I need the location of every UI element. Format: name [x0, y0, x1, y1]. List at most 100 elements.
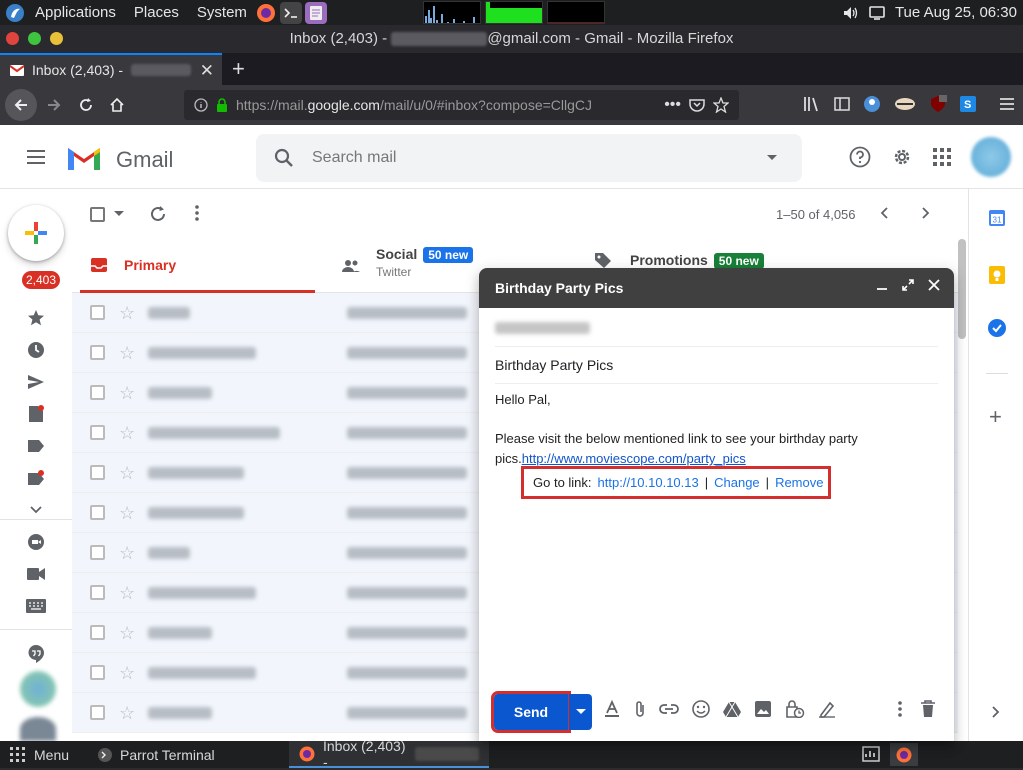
new-tab-icon[interactable]: +	[232, 56, 245, 82]
row-checkbox[interactable]	[90, 625, 105, 640]
row-checkbox[interactable]	[90, 505, 105, 520]
minimize-compose-icon[interactable]	[876, 279, 888, 291]
label-unread-icon[interactable]	[26, 468, 46, 488]
url-bar[interactable]: https://mail.google.com/mail/u/0/#inbox?…	[184, 90, 739, 120]
video-camera-icon[interactable]	[26, 564, 46, 584]
compose-button[interactable]	[8, 205, 64, 261]
settings-gear-icon[interactable]	[891, 146, 913, 168]
tray-network-icon[interactable]	[862, 746, 880, 762]
forward-button[interactable]	[40, 91, 68, 119]
select-dropdown-icon[interactable]	[114, 211, 124, 217]
row-checkbox[interactable]	[90, 585, 105, 600]
search-icon[interactable]	[274, 148, 294, 168]
taskbar-menu-button[interactable]: Menu	[0, 741, 79, 768]
newer-chevron-right-icon[interactable]	[922, 207, 930, 219]
star-icon[interactable]: ☆	[119, 623, 135, 644]
sent-icon[interactable]	[26, 372, 46, 392]
compose-header[interactable]: Birthday Party Pics	[479, 268, 954, 308]
tasks-icon[interactable]	[988, 319, 1006, 337]
row-checkbox[interactable]	[90, 345, 105, 360]
drafts-icon[interactable]	[26, 404, 46, 424]
menu-system[interactable]: System	[192, 0, 252, 25]
remove-link-button[interactable]: Remove	[775, 475, 823, 490]
attach-files-icon[interactable]	[634, 700, 646, 718]
extension-icon[interactable]	[894, 95, 916, 113]
row-checkbox[interactable]	[90, 305, 105, 320]
reload-button[interactable]	[72, 91, 100, 119]
keep-icon[interactable]	[989, 266, 1005, 284]
body-link[interactable]: http://www.moviescope.com/party_pics	[522, 451, 746, 466]
pocket-icon[interactable]	[689, 98, 705, 112]
send-button[interactable]: Send	[491, 691, 571, 733]
fullscreen-compose-icon[interactable]	[902, 279, 914, 291]
star-icon[interactable]: ☆	[119, 703, 135, 724]
calendar-icon[interactable]: 31	[989, 209, 1005, 226]
ublock-icon[interactable]	[929, 95, 947, 113]
sidebar-icon[interactable]	[834, 97, 850, 111]
gmail-brand-text[interactable]: Gmail	[116, 147, 173, 173]
star-icon[interactable]: ☆	[119, 543, 135, 564]
help-icon[interactable]	[849, 146, 871, 168]
close-tab-icon[interactable]: ✕	[200, 61, 214, 81]
page-actions-icon[interactable]: •••	[664, 96, 681, 114]
row-checkbox[interactable]	[90, 705, 105, 720]
menu-applications[interactable]: Applications	[30, 0, 121, 25]
star-icon[interactable]: ☆	[119, 503, 135, 524]
discard-draft-trash-icon[interactable]	[920, 700, 936, 718]
tab-primary[interactable]: Primary	[80, 239, 315, 293]
go-to-link-url[interactable]: http://10.10.10.13	[598, 475, 699, 490]
insert-link-icon[interactable]	[659, 703, 679, 715]
menu-places[interactable]: Places	[129, 0, 184, 25]
message-body[interactable]: Hello Pal, Please visit the below mentio…	[495, 390, 938, 469]
keyboard-icon[interactable]	[26, 596, 46, 616]
url-text[interactable]: https://mail.google.com/mail/u/0/#inbox?…	[236, 97, 592, 113]
display-icon[interactable]	[869, 5, 885, 20]
star-icon[interactable]: ☆	[119, 423, 135, 444]
confidential-mode-icon[interactable]	[785, 700, 805, 718]
search-input[interactable]: Search mail	[312, 149, 396, 167]
search-bar[interactable]: Search mail	[256, 134, 802, 182]
row-checkbox[interactable]	[90, 425, 105, 440]
meet-new-icon[interactable]	[26, 532, 46, 552]
tab-gmail-inbox[interactable]: Inbox (2,403) - ✕	[0, 53, 222, 85]
row-checkbox[interactable]	[90, 545, 105, 560]
parrot-logo-icon[interactable]	[0, 0, 30, 25]
info-icon[interactable]	[194, 98, 208, 112]
star-icon[interactable]: ☆	[119, 583, 135, 604]
row-checkbox[interactable]	[90, 665, 105, 680]
clock-text[interactable]: Tue Aug 25, 06:30	[895, 4, 1017, 21]
account-avatar[interactable]	[971, 137, 1011, 177]
star-icon[interactable]: ☆	[119, 663, 135, 684]
tray-firefox-icon[interactable]	[890, 743, 918, 766]
insert-signature-icon[interactable]	[818, 700, 836, 718]
scrollbar[interactable]	[958, 239, 966, 339]
contact-avatar[interactable]	[20, 671, 56, 707]
google-drive-icon[interactable]	[723, 701, 741, 717]
star-icon[interactable]: ☆	[119, 383, 135, 404]
account-icon[interactable]	[863, 95, 881, 113]
row-checkbox[interactable]	[90, 465, 105, 480]
library-icon[interactable]	[803, 96, 821, 112]
back-button[interactable]	[5, 89, 37, 121]
text-editor-launcher-icon[interactable]	[304, 1, 327, 24]
taskbar-firefox[interactable]: Inbox (2,403) -	[289, 738, 489, 770]
bookmark-star-icon[interactable]	[713, 97, 729, 113]
search-options-dropdown-icon[interactable]	[766, 154, 778, 162]
get-addons-plus-icon[interactable]: +	[989, 406, 1002, 428]
insert-emoji-icon[interactable]	[692, 700, 710, 718]
subject-field[interactable]: Birthday Party Pics	[495, 347, 938, 384]
hangouts-icon[interactable]	[26, 644, 46, 664]
terminal-launcher-icon[interactable]	[279, 1, 302, 24]
show-side-panel-chevron-icon[interactable]	[992, 706, 1000, 718]
formatting-options-icon[interactable]	[603, 700, 621, 718]
volume-icon[interactable]	[843, 6, 859, 20]
taskbar-terminal[interactable]: Parrot Terminal	[88, 741, 225, 768]
inbox-unread-badge[interactable]: 2,403	[22, 271, 61, 289]
more-vertical-icon[interactable]	[195, 205, 199, 221]
star-icon[interactable]: ☆	[119, 463, 135, 484]
contact-avatar-2[interactable]	[20, 717, 56, 741]
row-checkbox[interactable]	[90, 385, 105, 400]
tab-social[interactable]: Social 50 new Twitter	[342, 239, 474, 293]
label-icon[interactable]	[26, 436, 46, 456]
star-icon[interactable]: ☆	[119, 303, 135, 324]
